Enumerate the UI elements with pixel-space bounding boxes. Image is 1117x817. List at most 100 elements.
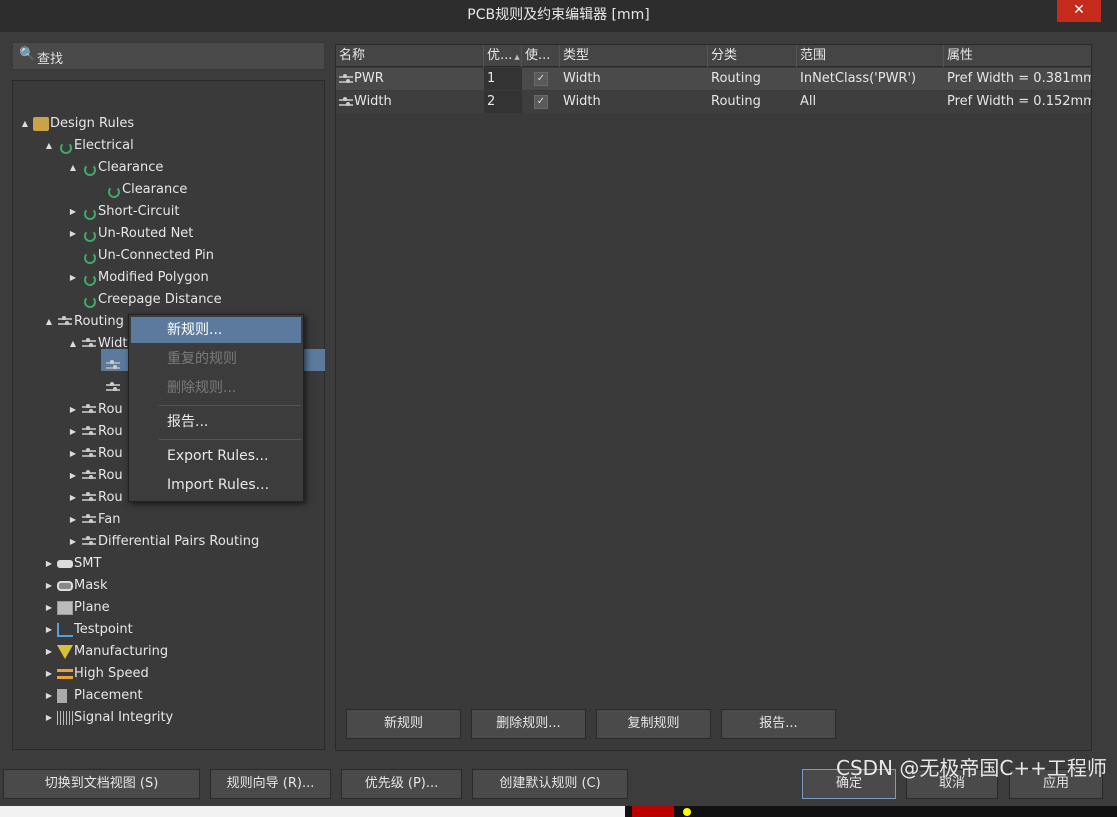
cell-enabled: ✓ xyxy=(522,91,560,113)
tree-item-label: Design Rules xyxy=(50,116,135,131)
menu-item-delete-rule[interactable]: 删除规则... xyxy=(131,375,301,401)
plane-icon xyxy=(57,601,73,615)
cell-name: Width xyxy=(354,94,392,109)
col-header-attributes[interactable]: 属性 xyxy=(944,45,1091,67)
cell-attributes: Pref Width = 0.381mm xyxy=(947,71,1091,86)
col-header-scope[interactable]: 范围 xyxy=(797,45,944,67)
canvas-dark-area xyxy=(625,806,1117,817)
expand-arrow-icon[interactable]: ▶ xyxy=(43,641,55,663)
expand-arrow-icon[interactable]: ▶ xyxy=(43,575,55,597)
tree-item-label: Placement xyxy=(74,688,143,703)
mask-icon xyxy=(57,581,73,591)
cell-type: Width xyxy=(563,94,601,109)
enabled-checkbox[interactable]: ✓ xyxy=(534,95,548,109)
tree-item-label: High Speed xyxy=(74,666,149,681)
routing-rule-icon xyxy=(81,447,97,461)
search-input[interactable]: 🔍 查找 xyxy=(12,42,325,70)
search-icon: 🔍 xyxy=(19,47,36,62)
window-titlebar: PCB规则及约束编辑器 [mm] ✕ xyxy=(0,0,1117,32)
smt-icon xyxy=(57,560,73,568)
expand-arrow-icon[interactable]: ▶ xyxy=(67,421,79,443)
cell-scope: InNetClass('PWR') xyxy=(800,71,917,86)
cell-attributes: Pref Width = 0.152mm xyxy=(947,94,1091,109)
routing-rule-icon xyxy=(81,337,97,351)
cell-category: Routing xyxy=(711,71,761,86)
placement-icon xyxy=(57,689,67,703)
col-header-priority-label: 优... xyxy=(487,48,513,63)
signal-integrity-icon xyxy=(57,711,73,725)
expand-arrow-icon[interactable]: ▶ xyxy=(67,531,79,553)
tree-item-label: Short-Circuit xyxy=(98,204,180,219)
expand-arrow-icon[interactable]: ▶ xyxy=(67,201,79,223)
col-header-enabled[interactable]: 使... xyxy=(522,45,560,67)
window-title: PCB规则及约束编辑器 [mm] xyxy=(467,7,650,23)
expand-arrow-icon[interactable]: ▶ xyxy=(67,487,79,509)
menu-separator xyxy=(159,405,301,406)
expand-arrow-icon[interactable]: ▶ xyxy=(43,663,55,685)
routing-rule-icon xyxy=(81,469,97,483)
electrical-rule-icon xyxy=(81,293,97,308)
electrical-rule-icon xyxy=(81,249,97,264)
menu-item-new-rule[interactable]: 新规则... xyxy=(131,317,301,343)
collapse-arrow-icon[interactable]: ▲ xyxy=(43,135,55,157)
table-row[interactable]: Width 2 ✓ Width Routing All Pref Width =… xyxy=(336,91,1091,113)
close-button[interactable]: ✕ xyxy=(1057,0,1101,22)
expand-arrow-icon[interactable]: ▶ xyxy=(43,553,55,575)
cell-priority: 2 xyxy=(484,91,522,113)
priorities-button[interactable]: 优先级 (P)... xyxy=(341,769,462,799)
expand-arrow-icon[interactable]: ▶ xyxy=(67,443,79,465)
grid-header: 名称 优... ▲ 使... 类型 分类 范围 属性 xyxy=(336,45,1091,67)
rule-wizard-button[interactable]: 规则向导 (R)... xyxy=(210,769,331,799)
tree-item-label: Manufacturing xyxy=(74,644,169,659)
create-default-rules-button[interactable]: 创建默认规则 (C) xyxy=(472,769,628,799)
report-button[interactable]: 报告... xyxy=(721,709,836,739)
routing-rule-icon xyxy=(338,96,353,108)
collapse-arrow-icon[interactable]: ▲ xyxy=(67,333,79,355)
expand-arrow-icon[interactable]: ▶ xyxy=(43,685,55,707)
rules-root-icon xyxy=(33,117,49,131)
menu-item-import-rules[interactable]: Import Rules... xyxy=(131,472,301,498)
routing-rule-icon xyxy=(81,535,97,549)
sort-ascending-icon: ▲ xyxy=(514,53,520,61)
routing-rule-icon xyxy=(105,381,121,395)
col-header-type[interactable]: 类型 xyxy=(560,45,708,67)
col-header-name[interactable]: 名称 xyxy=(336,45,484,67)
switch-doc-view-button[interactable]: 切换到文档视图 (S) xyxy=(3,769,200,799)
delete-rule-button[interactable]: 删除规则... xyxy=(471,709,586,739)
tree-item-label: Un-Connected Pin xyxy=(98,248,214,263)
electrical-rule-icon xyxy=(57,139,73,154)
new-rule-button[interactable]: 新规则 xyxy=(346,709,461,739)
tree-item-label: Fan xyxy=(98,512,121,527)
rules-grid: 名称 优... ▲ 使... 类型 分类 范围 属性 PWR 1 ✓ Width … xyxy=(335,44,1092,751)
context-menu: 新规则... 重复的规则 删除规则... 报告... Export Rules.… xyxy=(128,314,304,502)
expand-arrow-icon[interactable]: ▶ xyxy=(43,619,55,641)
expand-arrow-icon[interactable]: ▶ xyxy=(67,267,79,289)
expand-arrow-icon[interactable]: ▶ xyxy=(43,597,55,619)
routing-rule-icon xyxy=(338,73,353,85)
collapse-arrow-icon[interactable]: ▲ xyxy=(19,113,31,135)
collapse-arrow-icon[interactable]: ▲ xyxy=(67,157,79,179)
canvas-red-area xyxy=(632,806,674,817)
tree-item-label: Modified Polygon xyxy=(98,270,209,285)
col-header-priority[interactable]: 优... ▲ xyxy=(484,45,522,67)
tree-item-label: Plane xyxy=(74,600,110,615)
table-row[interactable]: PWR 1 ✓ Width Routing InNetClass('PWR') … xyxy=(336,68,1091,90)
menu-item-export-rules[interactable]: Export Rules... xyxy=(131,443,301,469)
expand-arrow-icon[interactable]: ▶ xyxy=(67,509,79,531)
cell-category: Routing xyxy=(711,94,761,109)
close-icon: ✕ xyxy=(1073,2,1085,18)
menu-item-report[interactable]: 报告... xyxy=(131,409,301,435)
electrical-rule-icon xyxy=(81,271,97,286)
menu-item-duplicate-rule[interactable]: 重复的规则 xyxy=(131,346,301,372)
tree-item-label: Signal Integrity xyxy=(74,710,174,725)
copy-rule-button[interactable]: 复制规则 xyxy=(596,709,711,739)
expand-arrow-icon[interactable]: ▶ xyxy=(67,465,79,487)
expand-arrow-icon[interactable]: ▶ xyxy=(67,223,79,245)
expand-arrow-icon[interactable]: ▶ xyxy=(43,707,55,729)
enabled-checkbox[interactable]: ✓ xyxy=(534,72,548,86)
tree-item-label: Clearance xyxy=(98,160,164,175)
col-header-category[interactable]: 分类 xyxy=(708,45,797,67)
collapse-arrow-icon[interactable]: ▲ xyxy=(43,311,55,333)
electrical-rule-icon xyxy=(81,227,97,242)
expand-arrow-icon[interactable]: ▶ xyxy=(67,399,79,421)
